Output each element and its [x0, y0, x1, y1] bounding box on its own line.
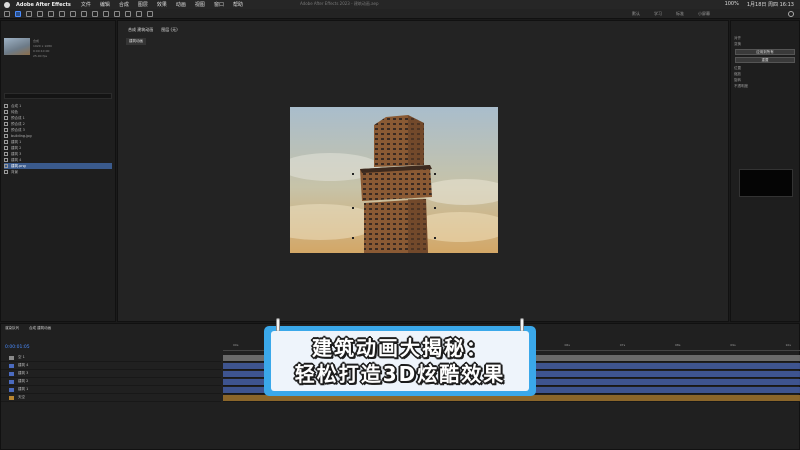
property-transform[interactable]: 变换 — [734, 41, 796, 47]
meta-duration: 0:00:10:00 — [33, 48, 50, 53]
banner-title-line1: 建筑动画大揭秘： — [312, 336, 488, 360]
apply-all-button[interactable]: 应用到所有 — [735, 49, 795, 55]
layer-color-label — [9, 355, 14, 360]
workspace-small-screen[interactable]: 小屏幕 — [698, 11, 710, 17]
reset-button[interactable]: 重置 — [735, 57, 795, 63]
workspace-learn[interactable]: 学习 — [654, 11, 662, 17]
layer-color-label — [9, 363, 14, 368]
pin-icon — [276, 318, 280, 332]
puppet-tool-icon[interactable] — [147, 10, 153, 17]
project-thumbnail — [4, 38, 30, 55]
composition-icon — [4, 122, 8, 126]
banner-title-line2: 轻松打造3D炫酷效果 — [294, 362, 506, 386]
tab-timeline-comp[interactable]: 合成 建筑动画 — [29, 326, 51, 331]
menu-item-edit[interactable]: 编辑 — [100, 1, 110, 8]
image-file-icon — [4, 170, 8, 174]
composition-icon — [4, 146, 8, 150]
meta-type: 合成 — [33, 38, 40, 43]
search-icon[interactable] — [788, 11, 794, 17]
pin-icon — [520, 318, 524, 332]
meta-size: 1920 x 1080 — [33, 43, 52, 48]
layer-color-label — [9, 371, 14, 376]
menu-item-composition[interactable]: 合成 — [119, 1, 129, 8]
breadcrumb[interactable]: 建筑动画 — [126, 38, 146, 45]
composition-icon — [4, 128, 8, 132]
table-row[interactable]: 建筑 1 — [1, 386, 221, 394]
pen-tool-icon[interactable] — [92, 10, 98, 17]
layer-list: 空 1 建筑 4 建筑 3 建筑 2 建筑 1 天空 — [1, 354, 221, 402]
title-banner: 建筑动画大揭秘： 轻松打造3D炫酷效果 — [264, 318, 536, 396]
clone-tool-icon[interactable] — [125, 10, 131, 17]
text-tool-icon[interactable] — [103, 10, 109, 17]
menu-item-file[interactable]: 文件 — [81, 1, 91, 8]
menu-item-window[interactable]: 窗口 — [214, 1, 224, 8]
brush-tool-icon[interactable] — [114, 10, 120, 17]
table-row[interactable]: 天空 — [1, 394, 221, 402]
menu-item-animation[interactable]: 动画 — [176, 1, 186, 8]
zoom-tool-icon[interactable] — [37, 10, 43, 17]
menu-bar: Adobe After Effects 文件 编辑 合成 图层 效果 动画 视图… — [0, 0, 800, 9]
tab-layer[interactable]: 图层 (无) — [161, 27, 177, 33]
workspace-standard[interactable]: 标准 — [676, 11, 684, 17]
table-row[interactable]: 建筑 4 — [1, 362, 221, 370]
effect-preview — [739, 169, 793, 197]
menu-item-effect[interactable]: 效果 — [157, 1, 167, 8]
battery-status[interactable]: 100% — [725, 1, 739, 8]
composition-icon — [4, 104, 8, 108]
apple-icon[interactable] — [4, 1, 10, 8]
project-metadata: 合成 1920 x 1080 0:00:10:00 25.00 fps — [33, 38, 113, 58]
workspace-default[interactable]: 默认 — [632, 11, 640, 17]
pan-behind-tool-icon[interactable] — [70, 10, 76, 17]
home-icon[interactable] — [4, 10, 10, 17]
menu-item-help[interactable]: 帮助 — [233, 1, 243, 8]
list-item[interactable]: 背景 — [4, 169, 112, 175]
layer-color-label — [9, 395, 14, 400]
image-file-icon — [4, 164, 8, 168]
current-time[interactable]: 0:00:01:05 — [5, 345, 30, 350]
building-preview-image — [290, 107, 498, 253]
image-file-icon — [4, 134, 8, 138]
properties-panel: 对齐 变换 应用到所有 重置 位置 缩放 旋转 不透明度 — [730, 20, 800, 322]
tab-composition[interactable]: 合成 建筑动画 — [128, 27, 153, 33]
eraser-tool-icon[interactable] — [136, 10, 142, 17]
menu-item-view[interactable]: 视图 — [195, 1, 205, 8]
composition-viewer[interactable] — [290, 107, 498, 253]
app-name[interactable]: Adobe After Effects — [16, 2, 71, 8]
rotate-tool-icon[interactable] — [48, 10, 54, 17]
project-panel: 合成 1920 x 1080 0:00:10:00 25.00 fps 合成 1… — [0, 20, 116, 322]
table-row[interactable]: 建筑 3 — [1, 370, 221, 378]
composition-icon — [4, 158, 8, 162]
table-row[interactable]: 空 1 — [1, 354, 221, 362]
tab-render-queue[interactable]: 渲染队列 — [5, 326, 19, 331]
selection-tool-icon[interactable] — [15, 10, 21, 17]
rectangle-tool-icon[interactable] — [81, 10, 87, 17]
composition-panel: 合成 建筑动画 图层 (无) 建筑动画 — [117, 20, 729, 322]
table-row[interactable]: 建筑 2 — [1, 378, 221, 386]
clock[interactable]: 1月18日 周四 16:13 — [747, 1, 794, 8]
layer-color-label — [9, 379, 14, 384]
layer-color-label — [9, 387, 14, 392]
camera-tool-icon[interactable] — [59, 10, 65, 17]
project-item-list: 合成 1 纯色 预合成 1 预合成 2 预合成 3 building.jpg 建… — [4, 103, 112, 175]
property-opacity[interactable]: 不透明度 — [734, 83, 796, 89]
hand-tool-icon[interactable] — [26, 10, 32, 17]
folder-icon — [4, 110, 8, 114]
composition-icon — [4, 152, 8, 156]
composition-icon — [4, 140, 8, 144]
composition-icon — [4, 116, 8, 120]
window-title: Adobe After Effects 2023 - 建筑动画.aep — [300, 1, 379, 6]
meta-fps: 25.00 fps — [33, 53, 48, 58]
menu-item-layer[interactable]: 图层 — [138, 1, 148, 8]
project-search-input[interactable] — [4, 93, 112, 99]
tool-bar: 默认 学习 标准 小屏幕 — [0, 9, 800, 19]
